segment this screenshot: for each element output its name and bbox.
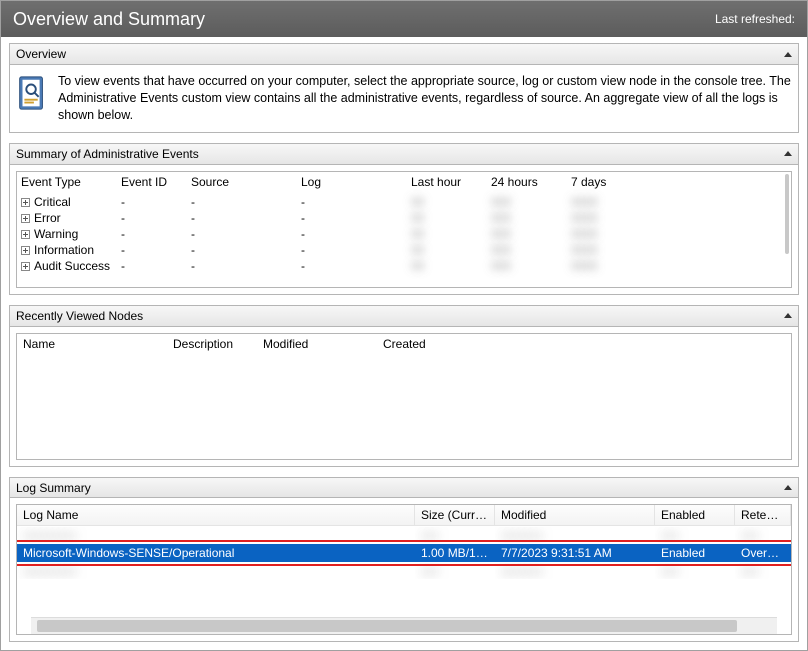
summary-admin-events-panel: Event Type Event ID Source Log Last hour… xyxy=(9,165,799,295)
summary-admin-events-section: Summary of Administrative Events Event T… xyxy=(9,143,799,295)
ls-col-retention[interactable]: Retention P xyxy=(735,505,791,526)
sae-row[interactable]: Warning---000000000 xyxy=(17,226,791,242)
summary-admin-events-list[interactable]: Event Type Event ID Source Log Last hour… xyxy=(16,171,792,288)
sae-col-event-type[interactable]: Event Type xyxy=(17,172,117,194)
log-summary-header-row: Log Name Size (Curr… Modified Enabled Re… xyxy=(17,505,791,526)
ls-cell-retention: xxx xyxy=(735,527,791,543)
sae-row[interactable]: Audit Success---000000000 xyxy=(17,258,791,274)
ls-cell-enabled: xxx xyxy=(655,563,735,579)
ls-cell-modified: xxxxxxx xyxy=(495,527,655,543)
expand-icon[interactable] xyxy=(21,214,30,223)
overview-and-summary-frame: Overview and Summary Last refreshed: Ove… xyxy=(0,0,808,651)
sae-col-7-days[interactable]: 7 days xyxy=(567,172,637,194)
ls-cell-retention: Overwrite e xyxy=(735,545,791,561)
rvn-col-description[interactable]: Description xyxy=(167,334,257,356)
ls-col-size[interactable]: Size (Curr… xyxy=(415,505,495,526)
overview-text: To view events that have occurred on you… xyxy=(58,73,792,124)
ls-cell-name: Microsoft-Windows-SENSE/Operational xyxy=(17,545,415,561)
expand-icon[interactable] xyxy=(21,262,30,271)
page-title: Overview and Summary xyxy=(13,9,205,30)
log-summary-row[interactable]: Microsoft-Windows-SENSE/Operational1.00 … xyxy=(17,544,791,562)
recently-viewed-nodes-panel: Name Description Modified Created xyxy=(9,327,799,467)
ls-cell-size: xxx xyxy=(415,563,495,579)
log-summary-row[interactable]: xxxxxxxxxxxxxxxxxxxxxxxxx xyxy=(17,526,791,544)
log-summary-section: Log Summary Log Name Size (Curr… Modifie… xyxy=(9,477,799,642)
rvn-col-name[interactable]: Name xyxy=(17,334,167,356)
recently-viewed-nodes-label: Recently Viewed Nodes xyxy=(16,309,143,323)
rvn-col-modified[interactable]: Modified xyxy=(257,334,377,356)
overview-section: Overview To view events that have occurr… xyxy=(9,43,799,133)
ls-col-log-name[interactable]: Log Name xyxy=(17,505,415,526)
ls-cell-name: xxxxxxxxx xyxy=(17,563,415,579)
sae-row[interactable]: Information---000000000 xyxy=(17,242,791,258)
ls-cell-name: xxxxxxxxx xyxy=(17,527,415,543)
scrollbar-horizontal[interactable] xyxy=(31,617,777,634)
sae-col-24-hours[interactable]: 24 hours xyxy=(487,172,567,194)
log-summary-label: Log Summary xyxy=(16,481,91,495)
ls-cell-modified: 7/7/2023 9:31:51 AM xyxy=(495,545,655,561)
sae-col-log[interactable]: Log xyxy=(297,172,407,194)
ls-cell-enabled: xxx xyxy=(655,527,735,543)
sae-header-row: Event Type Event ID Source Log Last hour… xyxy=(17,172,791,194)
ls-cell-modified: xxxxxxx xyxy=(495,563,655,579)
ls-col-enabled[interactable]: Enabled xyxy=(655,505,735,526)
ls-cell-size: 1.00 MB/1… xyxy=(415,545,495,561)
log-summary-list[interactable]: Log Name Size (Curr… Modified Enabled Re… xyxy=(16,504,792,635)
log-summary-panel: Log Name Size (Curr… Modified Enabled Re… xyxy=(9,498,799,642)
overview-header[interactable]: Overview xyxy=(9,43,799,65)
event-viewer-icon xyxy=(16,75,48,113)
log-summary-row[interactable]: xxxxxxxxxxxxxxxxxxxxxxxxx xyxy=(17,562,791,580)
recently-viewed-nodes-header[interactable]: Recently Viewed Nodes xyxy=(9,305,799,327)
collapse-icon[interactable] xyxy=(784,485,792,490)
page-title-bar: Overview and Summary Last refreshed: xyxy=(1,1,807,37)
recently-viewed-nodes-list[interactable]: Name Description Modified Created xyxy=(16,333,792,460)
sae-col-source[interactable]: Source xyxy=(187,172,297,194)
collapse-icon[interactable] xyxy=(784,151,792,156)
last-refreshed-label: Last refreshed: xyxy=(715,12,795,26)
rvn-header-row: Name Description Modified Created xyxy=(17,334,791,356)
ls-cell-size: xxx xyxy=(415,527,495,543)
sae-row[interactable]: Error---000000000 xyxy=(17,210,791,226)
expand-icon[interactable] xyxy=(21,246,30,255)
log-summary-header[interactable]: Log Summary xyxy=(9,477,799,499)
collapse-icon[interactable] xyxy=(784,52,792,57)
ls-col-modified[interactable]: Modified xyxy=(495,505,655,526)
overview-header-label: Overview xyxy=(16,47,66,61)
overview-panel: To view events that have occurred on you… xyxy=(9,65,799,133)
collapse-icon[interactable] xyxy=(784,313,792,318)
summary-admin-events-label: Summary of Administrative Events xyxy=(16,147,199,161)
recently-viewed-nodes-section: Recently Viewed Nodes Name Description M… xyxy=(9,305,799,467)
sae-col-event-id[interactable]: Event ID xyxy=(117,172,187,194)
summary-admin-events-header[interactable]: Summary of Administrative Events xyxy=(9,143,799,165)
ls-cell-retention: xxx xyxy=(735,563,791,579)
content-area: Overview To view events that have occurr… xyxy=(1,37,807,650)
ls-cell-enabled: Enabled xyxy=(655,545,735,561)
scrollbar-vertical[interactable] xyxy=(785,174,789,254)
expand-icon[interactable] xyxy=(21,198,30,207)
expand-icon[interactable] xyxy=(21,230,30,239)
rvn-col-created[interactable]: Created xyxy=(377,334,791,356)
log-summary-body: xxxxxxxxxxxxxxxxxxxxxxxxxMicrosoft-Windo… xyxy=(17,526,791,617)
sae-row[interactable]: Critical---000000000 xyxy=(17,194,791,210)
sae-col-last-hour[interactable]: Last hour xyxy=(407,172,487,194)
